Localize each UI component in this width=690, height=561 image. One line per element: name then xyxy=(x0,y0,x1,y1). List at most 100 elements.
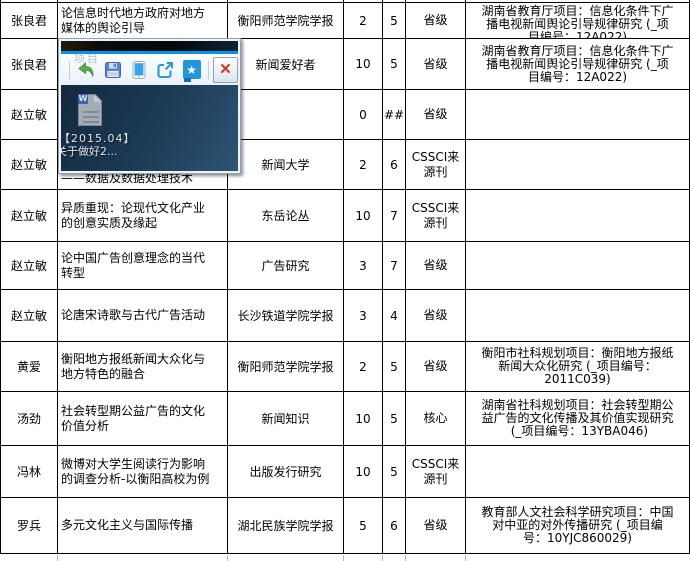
journal-level-cell[interactable]: CSSCI来 源刊 xyxy=(406,446,466,497)
journal-level-cell[interactable]: 省级 xyxy=(406,498,466,553)
page-fold xyxy=(94,95,101,102)
journal-cell[interactable]: 衡阳师范学院学报 xyxy=(228,3,344,38)
journal-cell[interactable]: 广告研究 xyxy=(228,242,344,289)
gridline-stub xyxy=(227,555,228,561)
paper-title-cell[interactable]: 论中国广告创意理念的当代 转型 xyxy=(58,242,228,289)
close-button[interactable]: × xyxy=(213,57,238,83)
journal-cell[interactable]: 长沙铁道学院学报 xyxy=(228,290,344,341)
share-icon xyxy=(155,60,175,80)
journal-level-cell[interactable]: 省级 xyxy=(406,242,466,289)
project-cell[interactable]: 教育部人文社会科学研究项目：中国 对中亚的对外传播研究 (_项目编 号：10YJ… xyxy=(466,498,690,553)
project-cell[interactable] xyxy=(466,242,690,289)
author-cell[interactable]: 张良君 xyxy=(1,39,58,89)
excel-table-screenshot: 张良君 论信息时代地方政府对地方 媒体的舆论引导 衡阳师范学院学报 2 5 省级… xyxy=(0,0,690,561)
journal-cell[interactable]: 湖北民族学院学报 xyxy=(228,498,344,553)
gridline-stub xyxy=(57,555,58,561)
number-cell-1[interactable]: 2 xyxy=(344,140,383,189)
save-button[interactable] xyxy=(101,58,123,82)
journal-cell[interactable]: 新闻大学 xyxy=(228,140,344,189)
number-cell-1[interactable]: 10 xyxy=(344,190,383,241)
author-cell[interactable]: 赵立敏 xyxy=(1,190,58,241)
number-cell-2[interactable]: 5 xyxy=(383,342,406,391)
author-cell[interactable]: 赵立敏 xyxy=(1,90,58,139)
paper-title-cell[interactable]: 论信息时代地方政府对地方 媒体的舆论引导 xyxy=(58,3,228,38)
author-cell[interactable]: 赵立敏 xyxy=(1,242,58,289)
doc-label-line2: 关于做好2... xyxy=(61,143,118,159)
number-cell-1[interactable]: 2 xyxy=(344,3,383,38)
project-cell[interactable] xyxy=(466,446,690,497)
project-cell[interactable]: 湖南省社科规划项目：社会转型期公 益广告的文化传播及其价值实现研究 (_项目编号… xyxy=(466,392,690,445)
view-on-screen-button[interactable] xyxy=(128,58,150,82)
number-cell-2[interactable]: 7 xyxy=(383,190,406,241)
project-cell[interactable]: 衡阳市社科规划项目：衡阳地方报纸 新闻大众化研究 (_项目编号： 2011C03… xyxy=(466,342,690,391)
paper-title-cell[interactable]: 衡阳地方报纸新闻大众化与 地方特色的融合 xyxy=(58,342,228,391)
project-cell[interactable] xyxy=(466,90,690,139)
table-row: 汤劲 社会转型期公益广告的文化 价值分析 新闻知识 10 5 核心 湖南省社科规… xyxy=(1,392,690,446)
number-cell-1[interactable]: 0 xyxy=(344,90,383,139)
journal-cell[interactable]: 衡阳师范学院学报 xyxy=(228,342,344,391)
number-cell-2[interactable]: ## xyxy=(383,90,406,139)
number-cell-2[interactable]: 5 xyxy=(383,39,406,89)
save-icon xyxy=(103,60,123,80)
paper-title-cell[interactable]: 微博对大学生阅读行为影响 的调查分析-以衡阳高校为例 xyxy=(58,446,228,497)
journal-cell[interactable]: 新闻爱好者 xyxy=(228,39,344,89)
journal-cell[interactable]: 新闻知识 xyxy=(228,392,344,445)
author-cell[interactable]: 赵立敏 xyxy=(1,290,58,341)
number-cell-1[interactable]: 5 xyxy=(344,498,383,553)
gridline-stub xyxy=(343,555,344,561)
journal-cell[interactable]: 东岳论丛 xyxy=(228,190,344,241)
number-cell-1[interactable]: 3 xyxy=(344,290,383,341)
journal-level-cell[interactable]: 省级 xyxy=(406,3,466,38)
journal-level-cell[interactable]: CSSCI来 源刊 xyxy=(406,190,466,241)
favorite-button[interactable]: ★ xyxy=(180,58,202,82)
project-cell[interactable] xyxy=(466,290,690,341)
project-cell[interactable] xyxy=(466,140,690,189)
word-document-icon: W xyxy=(78,94,102,126)
number-cell-2[interactable]: 5 xyxy=(383,446,406,497)
number-cell-2[interactable]: 7 xyxy=(383,242,406,289)
paper-title-cell[interactable]: 社会转型期公益广告的文化 价值分析 xyxy=(58,392,228,445)
author-cell[interactable]: 赵立敏 xyxy=(1,140,58,189)
number-cell-1[interactable]: 10 xyxy=(344,39,383,89)
paper-title-cell[interactable]: 异质重现：论现代文化产业 的创意实质及缘起 xyxy=(58,190,228,241)
author-cell[interactable]: 罗兵 xyxy=(1,498,58,553)
journal-level-cell[interactable]: 省级 xyxy=(406,342,466,391)
number-cell-2[interactable]: 5 xyxy=(383,392,406,445)
journal-level-cell[interactable]: CSSCI来 源刊 xyxy=(406,140,466,189)
project-cell[interactable] xyxy=(466,190,690,241)
word-badge: W xyxy=(78,94,88,104)
journal-level-cell[interactable]: 省级 xyxy=(406,39,466,89)
share-button[interactable] xyxy=(154,58,176,82)
preview-top-strip xyxy=(61,41,238,51)
number-cell-2[interactable]: 6 xyxy=(383,498,406,553)
number-cell-2[interactable]: 5 xyxy=(383,3,406,38)
toolbar-separator xyxy=(208,61,209,79)
popup-toolbar: 项目 xyxy=(61,54,238,85)
author-cell[interactable]: 冯林 xyxy=(1,446,58,497)
table-row: 赵立敏 异质重现：论现代文化产业 的创意实质及缘起 东岳论丛 10 7 CSSC… xyxy=(1,190,690,242)
paper-title-cell[interactable]: 论唐宋诗歌与古代广告活动 xyxy=(58,290,228,341)
journal-level-cell[interactable]: 省级 xyxy=(406,90,466,139)
number-cell-2[interactable]: 4 xyxy=(383,290,406,341)
table-row: 冯林 微博对大学生阅读行为影响 的调查分析-以衡阳高校为例 出版发行研究 10 … xyxy=(1,446,690,498)
number-cell-1[interactable]: 2 xyxy=(344,342,383,391)
journal-level-cell[interactable]: 核心 xyxy=(406,392,466,445)
journal-cell[interactable]: 出版发行研究 xyxy=(228,446,344,497)
desktop-preview-image: W 【2015.04】 关于做好2... xyxy=(61,85,238,171)
paper-title-cell[interactable]: 多元文化主义与国际传播 xyxy=(58,498,228,553)
table-row: 赵立敏 论唐宋诗歌与古代广告活动 长沙铁道学院学报 3 4 省级 xyxy=(1,290,690,342)
author-cell[interactable]: 黄爱 xyxy=(1,342,58,391)
project-cell[interactable]: 湖南省教育厅项目：信息化条件下广 播电视新闻舆论引导规律研究 (_项 目编号：1… xyxy=(466,3,690,38)
gridline-stub xyxy=(405,555,406,561)
author-cell[interactable]: 汤劲 xyxy=(1,392,58,445)
journal-cell[interactable] xyxy=(228,90,344,139)
table-row: 黄爱 衡阳地方报纸新闻大众化与 地方特色的融合 衡阳师范学院学报 2 5 省级 … xyxy=(1,342,690,392)
journal-level-cell[interactable]: 省级 xyxy=(406,290,466,341)
number-cell-1[interactable]: 10 xyxy=(344,392,383,445)
number-cell-2[interactable]: 6 xyxy=(383,140,406,189)
number-cell-1[interactable]: 3 xyxy=(344,242,383,289)
author-cell[interactable]: 张良君 xyxy=(1,3,58,38)
project-cell[interactable]: 湖南省教育厅项目：信息化条件下广 播电视新闻舆论引导规律研究 (_项 目编号：1… xyxy=(466,39,690,89)
table-row: 罗兵 多元文化主义与国际传播 湖北民族学院学报 5 6 省级 教育部人文社会科学… xyxy=(1,498,690,554)
number-cell-1[interactable]: 10 xyxy=(344,446,383,497)
